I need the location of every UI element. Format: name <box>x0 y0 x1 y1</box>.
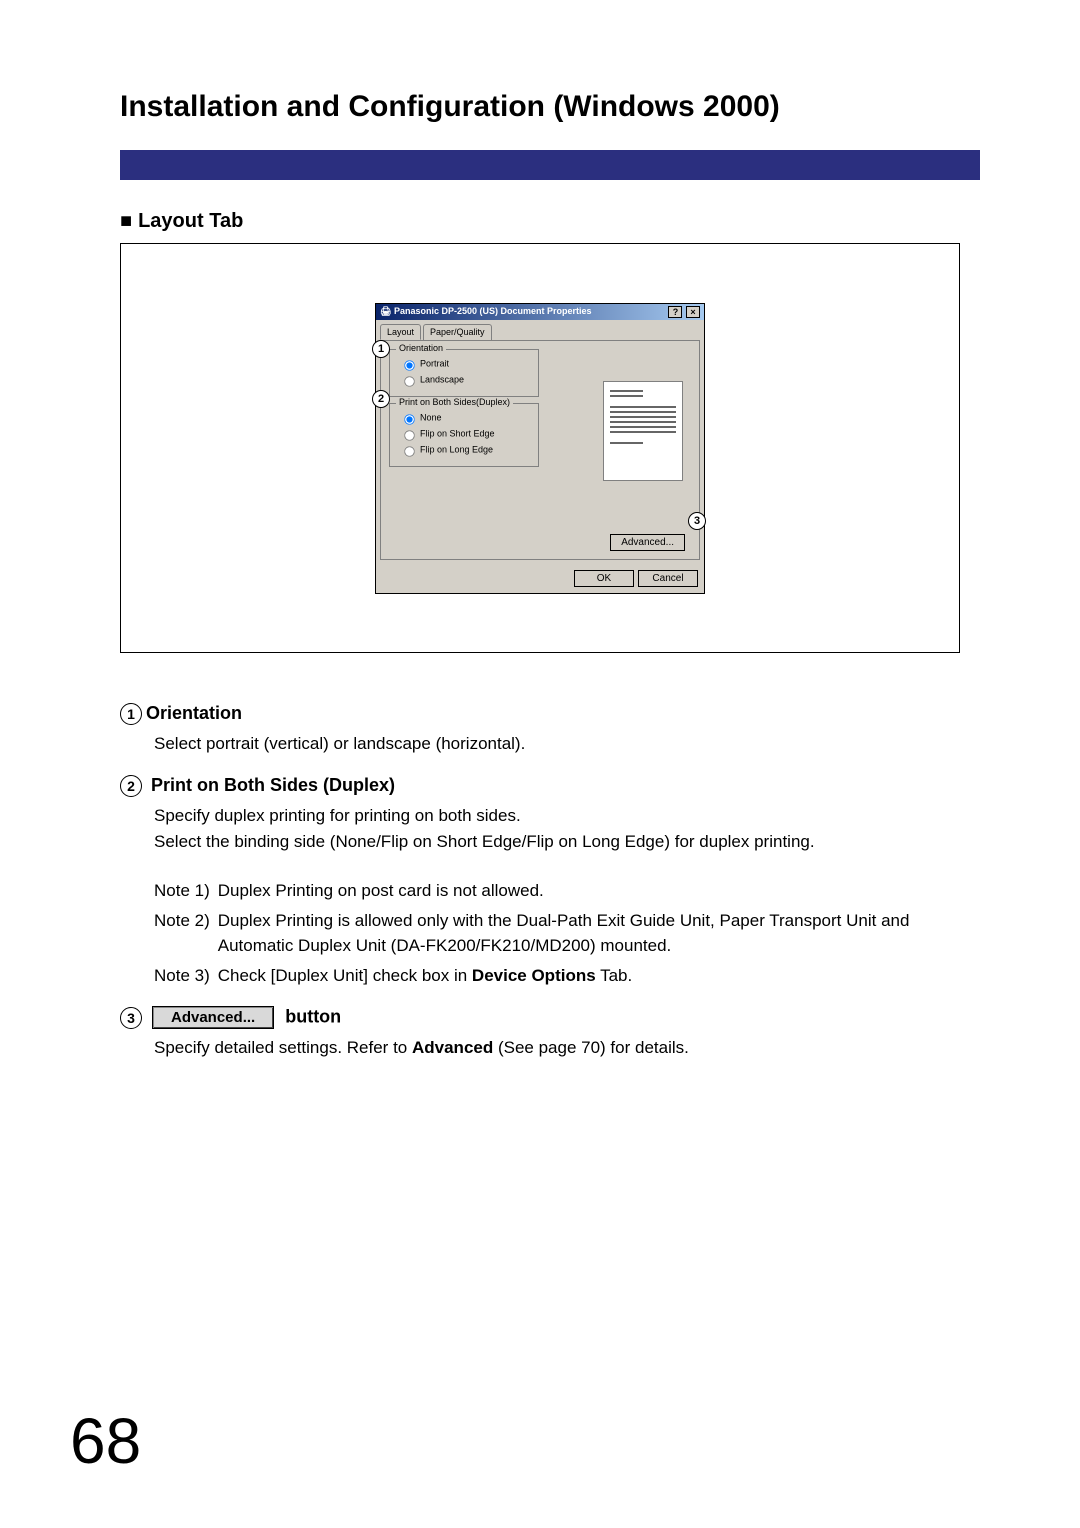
help-icon[interactable]: ? <box>668 306 682 318</box>
section-3-body-a: Specify detailed settings. Refer to <box>154 1038 412 1057</box>
note-3-bold: Device Options <box>472 966 596 985</box>
section-2-head: 2 Print on Both Sides (Duplex) <box>120 775 980 797</box>
circle-3: 3 <box>120 1007 142 1029</box>
advanced-button[interactable]: Advanced... <box>610 534 685 551</box>
subhead-text: Layout Tab <box>138 210 243 232</box>
duplex-group: Print on Both Sides(Duplex) None Flip on… <box>389 403 539 467</box>
radio-portrait[interactable]: Portrait <box>398 356 530 372</box>
note-2-label: Note 2) <box>154 908 210 959</box>
flip-short-label: Flip on Short Edge <box>420 428 495 438</box>
ok-button[interactable]: OK <box>574 570 634 587</box>
orientation-legend: Orientation <box>396 343 446 353</box>
note-1: Note 1) Duplex Printing on post card is … <box>154 878 980 904</box>
subhead: ■ Layout Tab <box>120 210 980 233</box>
note-2: Note 2) Duplex Printing is allowed only … <box>154 908 980 959</box>
tab-strip: Layout Paper/Quality <box>376 320 704 340</box>
note-3-label: Note 3) <box>154 963 210 989</box>
note-3-b: Tab. <box>596 966 633 985</box>
note-2-text: Duplex Printing is allowed only with the… <box>218 908 980 959</box>
section-2-body2: Select the binding side (None/Flip on Sh… <box>154 829 980 855</box>
section-divider <box>120 150 980 180</box>
section-3-body-bold: Advanced <box>412 1038 493 1057</box>
page-preview <box>603 381 683 481</box>
close-icon[interactable]: × <box>686 306 700 318</box>
section-3-body: Specify detailed settings. Refer to Adva… <box>154 1035 980 1061</box>
circle-2: 2 <box>120 775 142 797</box>
section-2-body1: Specify duplex printing for printing on … <box>154 803 980 829</box>
section-1-title: Orientation <box>146 703 242 723</box>
portrait-label: Portrait <box>420 358 449 368</box>
landscape-label: Landscape <box>420 374 464 384</box>
section-2-title: Print on Both Sides (Duplex) <box>146 775 395 795</box>
note-1-text: Duplex Printing on post card is not allo… <box>218 878 980 904</box>
tab-paper-quality[interactable]: Paper/Quality <box>423 324 492 340</box>
dialog-titlebar: 🖨 Panasonic DP-2500 (US) Document Proper… <box>376 304 704 320</box>
advanced-inline-button: Advanced... <box>152 1006 274 1029</box>
printer-icon: 🖨 Panasonic DP-2500 (US) Document Proper… <box>380 306 592 317</box>
cancel-button[interactable]: Cancel <box>638 570 698 587</box>
tab-layout[interactable]: Layout <box>380 324 421 340</box>
radio-landscape[interactable]: Landscape <box>398 372 530 388</box>
section-1-head: 1Orientation <box>120 703 980 725</box>
callout-3: 3 <box>688 512 706 530</box>
note-1-label: Note 1) <box>154 878 210 904</box>
radio-flip-long[interactable]: Flip on Long Edge <box>398 442 530 458</box>
radio-none[interactable]: None <box>398 410 530 426</box>
properties-dialog: 🖨 Panasonic DP-2500 (US) Document Proper… <box>375 303 705 594</box>
note-3-text: Check [Duplex Unit] check box in Device … <box>218 963 980 989</box>
callout-1: 1 <box>372 340 390 358</box>
section-1-body: Select portrait (vertical) or landscape … <box>154 731 980 757</box>
callout-2: 2 <box>372 390 390 408</box>
page-number: 68 <box>70 1404 141 1478</box>
note-3-a: Check [Duplex Unit] check box in <box>218 966 472 985</box>
duplex-legend: Print on Both Sides(Duplex) <box>396 397 513 407</box>
section-3-body-b: (See page 70) for details. <box>493 1038 689 1057</box>
flip-long-label: Flip on Long Edge <box>420 444 493 454</box>
page-title: Installation and Configuration (Windows … <box>120 90 980 124</box>
tab-panel-layout: Orientation Portrait Landscape Print on … <box>380 340 700 560</box>
radio-flip-short[interactable]: Flip on Short Edge <box>398 426 530 442</box>
orientation-group: Orientation Portrait Landscape <box>389 349 539 397</box>
note-3: Note 3) Check [Duplex Unit] check box in… <box>154 963 980 989</box>
screenshot-frame: 🖨 Panasonic DP-2500 (US) Document Proper… <box>120 243 960 653</box>
dialog-title-text: Panasonic DP-2500 (US) Document Properti… <box>394 306 592 316</box>
section-3-title-suffix: button <box>280 1006 341 1026</box>
none-label: None <box>420 412 442 422</box>
square-bullet-icon: ■ <box>120 210 132 232</box>
circle-1: 1 <box>120 703 142 725</box>
dialog-button-bar: OK Cancel <box>376 564 704 593</box>
section-3-head: 3 Advanced... button <box>120 1006 980 1029</box>
